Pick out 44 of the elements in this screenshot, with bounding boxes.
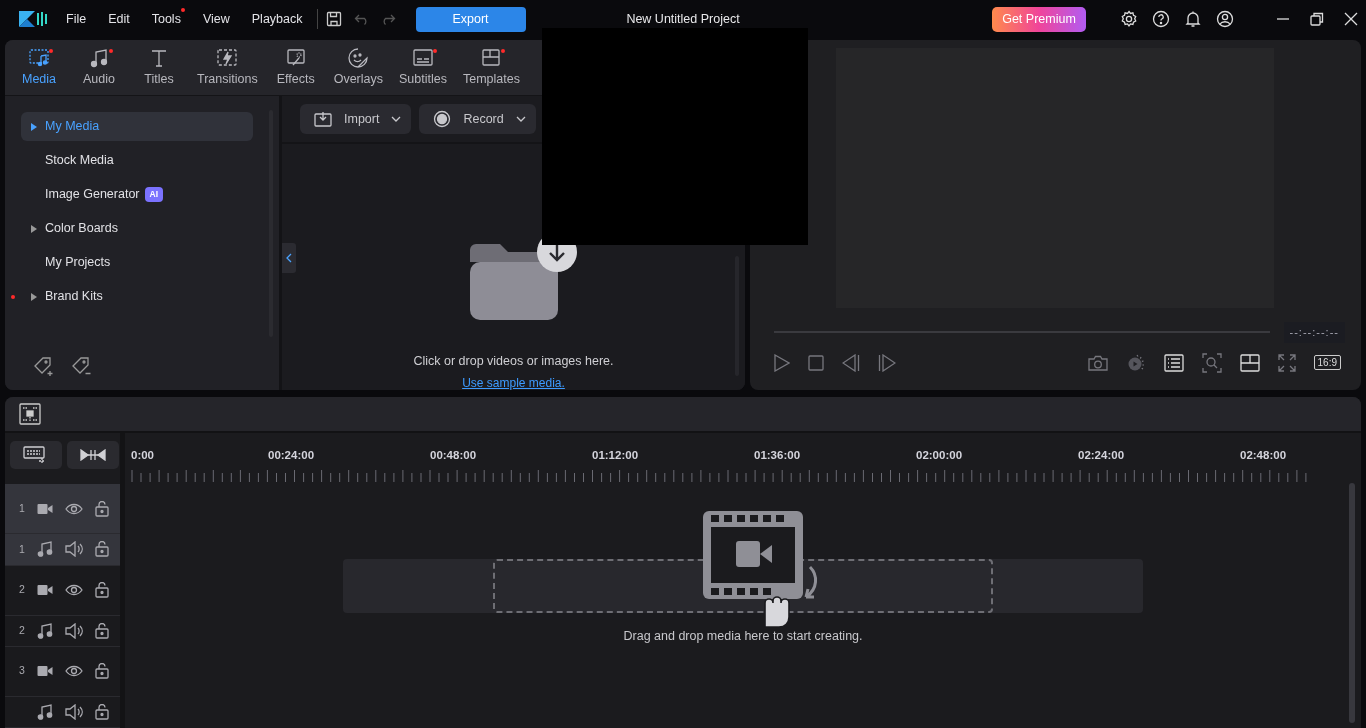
- tab[interactable]: Subtitles: [391, 46, 455, 89]
- menu-item[interactable]: View: [202, 9, 230, 29]
- window-title: New Untitled Project: [626, 11, 740, 28]
- drop-hint: Drag and drop media here to start creating.: [623, 628, 863, 645]
- timecode: --:--:--:--: [1283, 322, 1345, 343]
- sidebar-item[interactable]: Image Generator AI: [21, 180, 253, 209]
- track-header[interactable]: 1: [5, 534, 120, 566]
- tab[interactable]: Transitions: [189, 46, 266, 89]
- tab[interactable]: Overlays: [325, 46, 391, 89]
- sidebar-item[interactable]: Color Boards: [21, 214, 253, 243]
- empty-media-hint: Click or drop videos or images here.: [413, 353, 614, 371]
- ruler-time-label: 00:48:00: [430, 448, 478, 463]
- ruler-time-label: 0:00: [131, 448, 156, 463]
- export-button[interactable]: Export: [415, 6, 526, 32]
- tab[interactable]: Effects: [265, 46, 326, 89]
- aspect-ratio-button[interactable]: 16:9: [1313, 355, 1341, 370]
- tab[interactable]: Media: [9, 46, 69, 89]
- track-number: 1: [19, 541, 25, 557]
- track-number: 2: [19, 582, 25, 598]
- tab[interactable]: Templates: [454, 46, 528, 89]
- ruler-time-label: 01:12:00: [592, 448, 640, 463]
- ruler-time-label: 00:24:00: [268, 448, 316, 463]
- sample-media-link[interactable]: Use sample media.: [462, 376, 565, 390]
- sidebar-item[interactable]: Brand Kits: [21, 282, 253, 311]
- track-number: 2: [19, 622, 25, 638]
- menu-item[interactable]: Edit: [108, 9, 130, 29]
- menu-item[interactable]: File: [66, 9, 87, 29]
- track-number: 3: [19, 663, 25, 679]
- import-button[interactable]: Import: [300, 104, 412, 134]
- record-button[interactable]: Record: [419, 104, 536, 134]
- menu-item[interactable]: Tools: [151, 9, 181, 29]
- sidebar-item[interactable]: Stock Media: [21, 146, 253, 175]
- sidebar-item[interactable]: My Media: [21, 112, 253, 141]
- tab[interactable]: Titles: [129, 46, 189, 89]
- ruler-time-label: 01:36:00: [754, 448, 802, 463]
- ruler-time-label: 02:00:00: [916, 448, 964, 463]
- tab[interactable]: Audio: [69, 46, 129, 89]
- track-header[interactable]: 1: [5, 484, 120, 535]
- sidebar-item[interactable]: My Projects: [21, 248, 253, 277]
- ai-badge: AI: [144, 187, 163, 202]
- ruler-time-label: 02:24:00: [1078, 448, 1126, 463]
- track-number: 1: [19, 501, 25, 516]
- ruler-time-label: 02:48:00: [1240, 448, 1287, 463]
- menu-item[interactable]: Playback: [251, 9, 303, 29]
